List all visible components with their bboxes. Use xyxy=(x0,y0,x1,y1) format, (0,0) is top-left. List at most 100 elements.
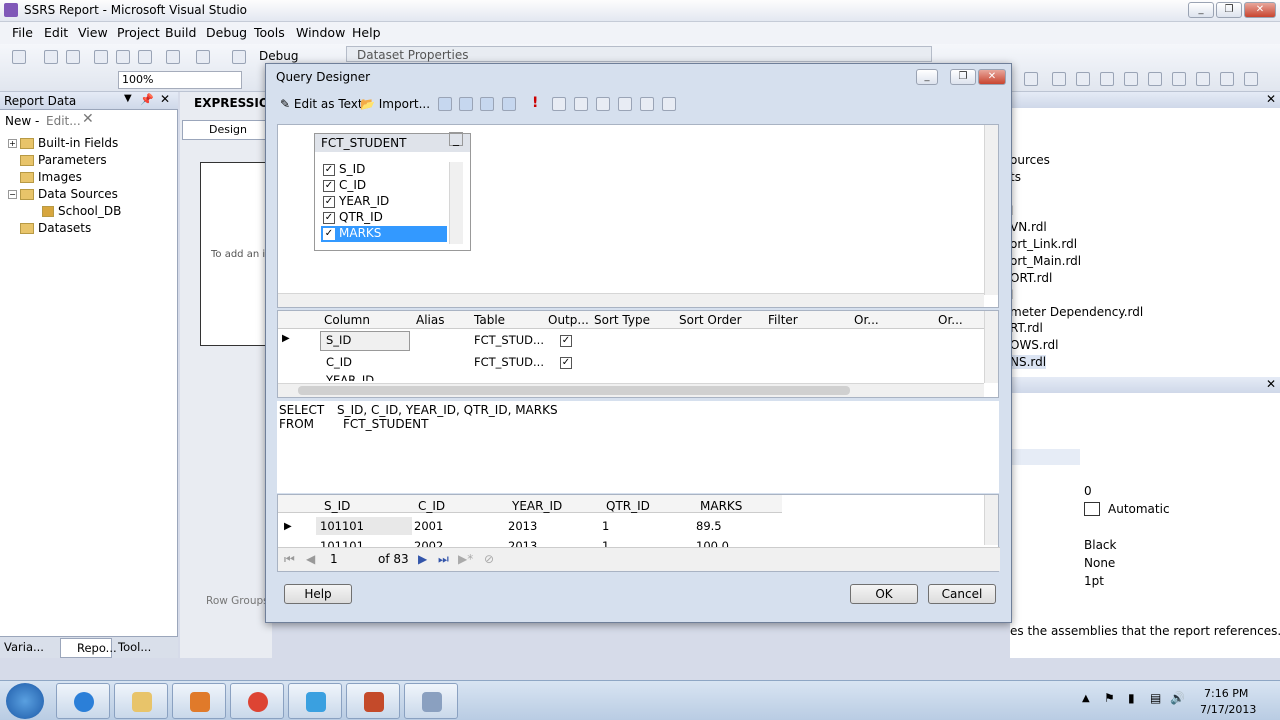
sort-descending-icon[interactable] xyxy=(596,97,610,111)
solution-close-icon[interactable]: ✕ xyxy=(1266,92,1276,106)
color-swatch[interactable] xyxy=(1084,502,1100,516)
menu-tools[interactable]: Tools xyxy=(254,25,285,40)
record-number[interactable]: 1 xyxy=(330,552,338,566)
tree-data-sources[interactable]: − Data Sources xyxy=(8,187,118,201)
more-icon[interactable] xyxy=(1244,72,1258,86)
grid-row[interactable]: YEAR_ID xyxy=(326,373,374,381)
prop-value[interactable]: 1pt xyxy=(1084,574,1104,588)
tree-images[interactable]: Images xyxy=(20,170,82,184)
grid-header[interactable]: Sort Type xyxy=(594,313,650,327)
ok-button[interactable]: OK xyxy=(850,584,918,604)
diagram-pane-icon[interactable] xyxy=(438,97,452,111)
solution-item[interactable]: VN.rdl xyxy=(1010,220,1047,234)
volume-icon[interactable]: 🔊 xyxy=(1170,691,1185,705)
zoom-combo[interactable]: 100% xyxy=(118,71,242,89)
grid-header[interactable]: Or... xyxy=(938,313,963,327)
save-icon[interactable] xyxy=(44,50,58,64)
output-checkbox[interactable]: ✓ xyxy=(560,357,572,369)
new-record-icon[interactable]: ▶* xyxy=(458,552,473,566)
results-vscroll[interactable] xyxy=(984,495,998,545)
taskbar-media[interactable] xyxy=(172,683,226,719)
taskbar-ie[interactable] xyxy=(56,683,110,719)
run-icon[interactable]: ! xyxy=(532,95,538,111)
properties-close-icon[interactable]: ✕ xyxy=(1266,377,1276,391)
taskbar-chrome[interactable] xyxy=(230,683,284,719)
show-hidden-icons[interactable]: ▲ xyxy=(1082,693,1090,704)
table-box-fct-student[interactable]: FCT_STUDENT _ ✓ S_ID ✓ C_ID ✓ YEAR_ID ✓ QTR_… xyxy=(314,132,471,251)
help-button[interactable]: Help xyxy=(284,584,352,604)
undo-icon[interactable] xyxy=(166,50,180,64)
tree-datasets[interactable]: Datasets xyxy=(20,221,91,235)
stop-icon[interactable]: ⊘ xyxy=(484,552,494,566)
spacing-icon[interactable] xyxy=(1124,72,1138,86)
edit-as-text-button[interactable]: ✎ Edit as Text xyxy=(280,97,363,111)
tab-toolbox[interactable]: Tool... xyxy=(118,640,151,654)
align-center-icon[interactable] xyxy=(1052,72,1066,86)
menu-view[interactable]: View xyxy=(78,25,108,40)
dialog-minimize-button[interactable]: _ xyxy=(916,69,938,85)
network-icon[interactable]: ⚑ xyxy=(1104,691,1115,705)
table-minimize-icon[interactable]: _ xyxy=(449,132,463,146)
cut-icon[interactable] xyxy=(94,50,108,64)
column-checkbox[interactable]: ✓ xyxy=(323,196,335,208)
sort-ascending-icon[interactable] xyxy=(574,97,588,111)
expand-icon[interactable]: + xyxy=(8,139,17,148)
layout-icon[interactable] xyxy=(1220,72,1234,86)
tab-report-data[interactable]: Repo... xyxy=(60,638,117,658)
solution-item[interactable]: OWS.rdl xyxy=(1010,338,1058,352)
first-record-icon[interactable]: ⏮ xyxy=(284,552,295,567)
menu-edit[interactable]: Edit xyxy=(44,25,68,40)
result-pane-icon[interactable] xyxy=(502,97,516,111)
menu-project[interactable]: Project xyxy=(117,25,160,40)
last-record-icon[interactable]: ⏭ xyxy=(438,552,449,567)
signal-icon[interactable]: ▤ xyxy=(1150,691,1161,705)
size-icon[interactable] xyxy=(1148,72,1162,86)
grid-hscroll[interactable] xyxy=(278,383,984,397)
minimize-button[interactable]: _ xyxy=(1188,2,1214,18)
grid-icon[interactable] xyxy=(1172,72,1186,86)
verify-sql-icon[interactable] xyxy=(552,97,566,111)
clock-time[interactable]: 7:16 PM xyxy=(1204,687,1248,700)
menu-debug[interactable]: Debug xyxy=(206,25,247,40)
solution-item[interactable]: ORT.rdl xyxy=(1010,271,1052,285)
tray-app-icon[interactable]: ▮ xyxy=(1128,691,1135,705)
menu-help[interactable]: Help xyxy=(352,25,381,40)
grid-header[interactable]: Or... xyxy=(854,313,879,327)
grid-vscroll[interactable] xyxy=(984,311,998,383)
collapse-icon[interactable]: − xyxy=(8,190,17,199)
solution-item[interactable]: RT.rdl xyxy=(1010,321,1043,335)
pin-icon[interactable]: 📌 xyxy=(140,93,154,106)
column-checkbox[interactable]: ✓ xyxy=(323,228,335,240)
taskbar-explorer[interactable] xyxy=(114,683,168,719)
panel-close-icon[interactable]: ✕ xyxy=(160,92,170,106)
solution-item[interactable]: NS.rdl xyxy=(1010,355,1047,369)
column-checkbox[interactable]: ✓ xyxy=(323,164,335,176)
diagram-hscroll[interactable] xyxy=(278,293,984,307)
solution-item[interactable]: meter Dependency.rdl xyxy=(1010,305,1143,319)
tree-school-db[interactable]: School_DB xyxy=(42,204,121,218)
grid-row[interactable]: C_ID xyxy=(326,355,352,369)
sql-pane[interactable]: SELECT S_ID, C_ID, YEAR_ID, QTR_ID, MARK… xyxy=(277,401,999,493)
solution-item[interactable]: ort_Link.rdl xyxy=(1010,237,1077,251)
taskbar-sql[interactable] xyxy=(346,683,400,719)
grid-header[interactable]: Outp... xyxy=(548,313,589,327)
sql-pane-icon[interactable] xyxy=(480,97,494,111)
tree-built-in-fields[interactable]: + Built-in Fields xyxy=(8,136,118,150)
delete-icon[interactable]: ✕ xyxy=(82,111,94,127)
format-icon[interactable] xyxy=(1100,72,1114,86)
table-scrollbar[interactable] xyxy=(449,162,463,244)
column-checkbox[interactable]: ✓ xyxy=(323,212,335,224)
new-project-icon[interactable] xyxy=(12,50,26,64)
dialog-close-button[interactable]: ✕ xyxy=(978,69,1006,85)
menu-build[interactable]: Build xyxy=(165,25,196,40)
grid-header[interactable]: Filter xyxy=(768,313,798,327)
start-debug-icon[interactable] xyxy=(232,50,246,64)
prev-record-icon[interactable]: ◀ xyxy=(306,552,315,566)
maximize-button[interactable]: ❐ xyxy=(1216,2,1242,18)
dialog-maximize-button[interactable]: ❐ xyxy=(950,69,976,85)
output-checkbox[interactable]: ✓ xyxy=(560,335,572,347)
redo-icon[interactable] xyxy=(196,50,210,64)
grid-header[interactable]: Column xyxy=(324,313,370,327)
close-button[interactable]: ✕ xyxy=(1244,2,1276,18)
grid-hscroll-thumb[interactable] xyxy=(298,386,850,395)
